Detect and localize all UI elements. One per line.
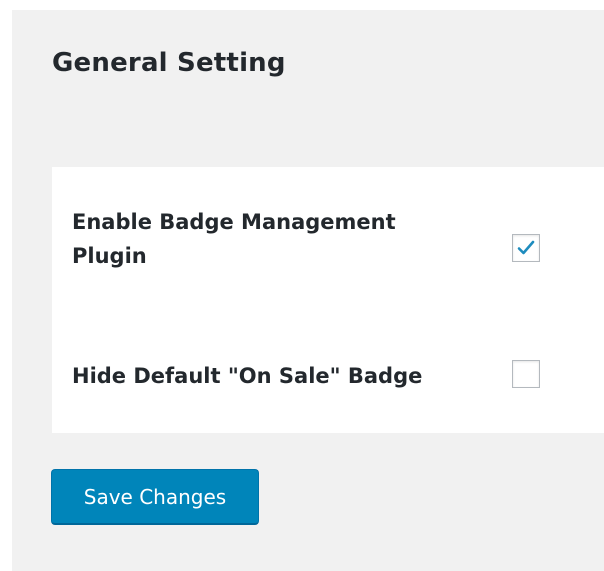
page-title: General Setting <box>52 48 286 78</box>
settings-box: Enable Badge Management Plugin Hide Defa… <box>52 167 604 433</box>
enable-badge-management-label: Enable Badge Management Plugin <box>72 210 396 268</box>
enable-badge-management-checkbox[interactable] <box>512 234 540 262</box>
hide-default-on-sale-badge-label: Hide Default "On Sale" Badge <box>72 364 423 388</box>
settings-panel: General Setting Enable Badge Management … <box>12 10 604 571</box>
save-changes-button[interactable]: Save Changes <box>51 469 259 525</box>
checkmark-icon <box>517 240 535 255</box>
hide-default-on-sale-badge-checkbox[interactable] <box>512 360 540 388</box>
